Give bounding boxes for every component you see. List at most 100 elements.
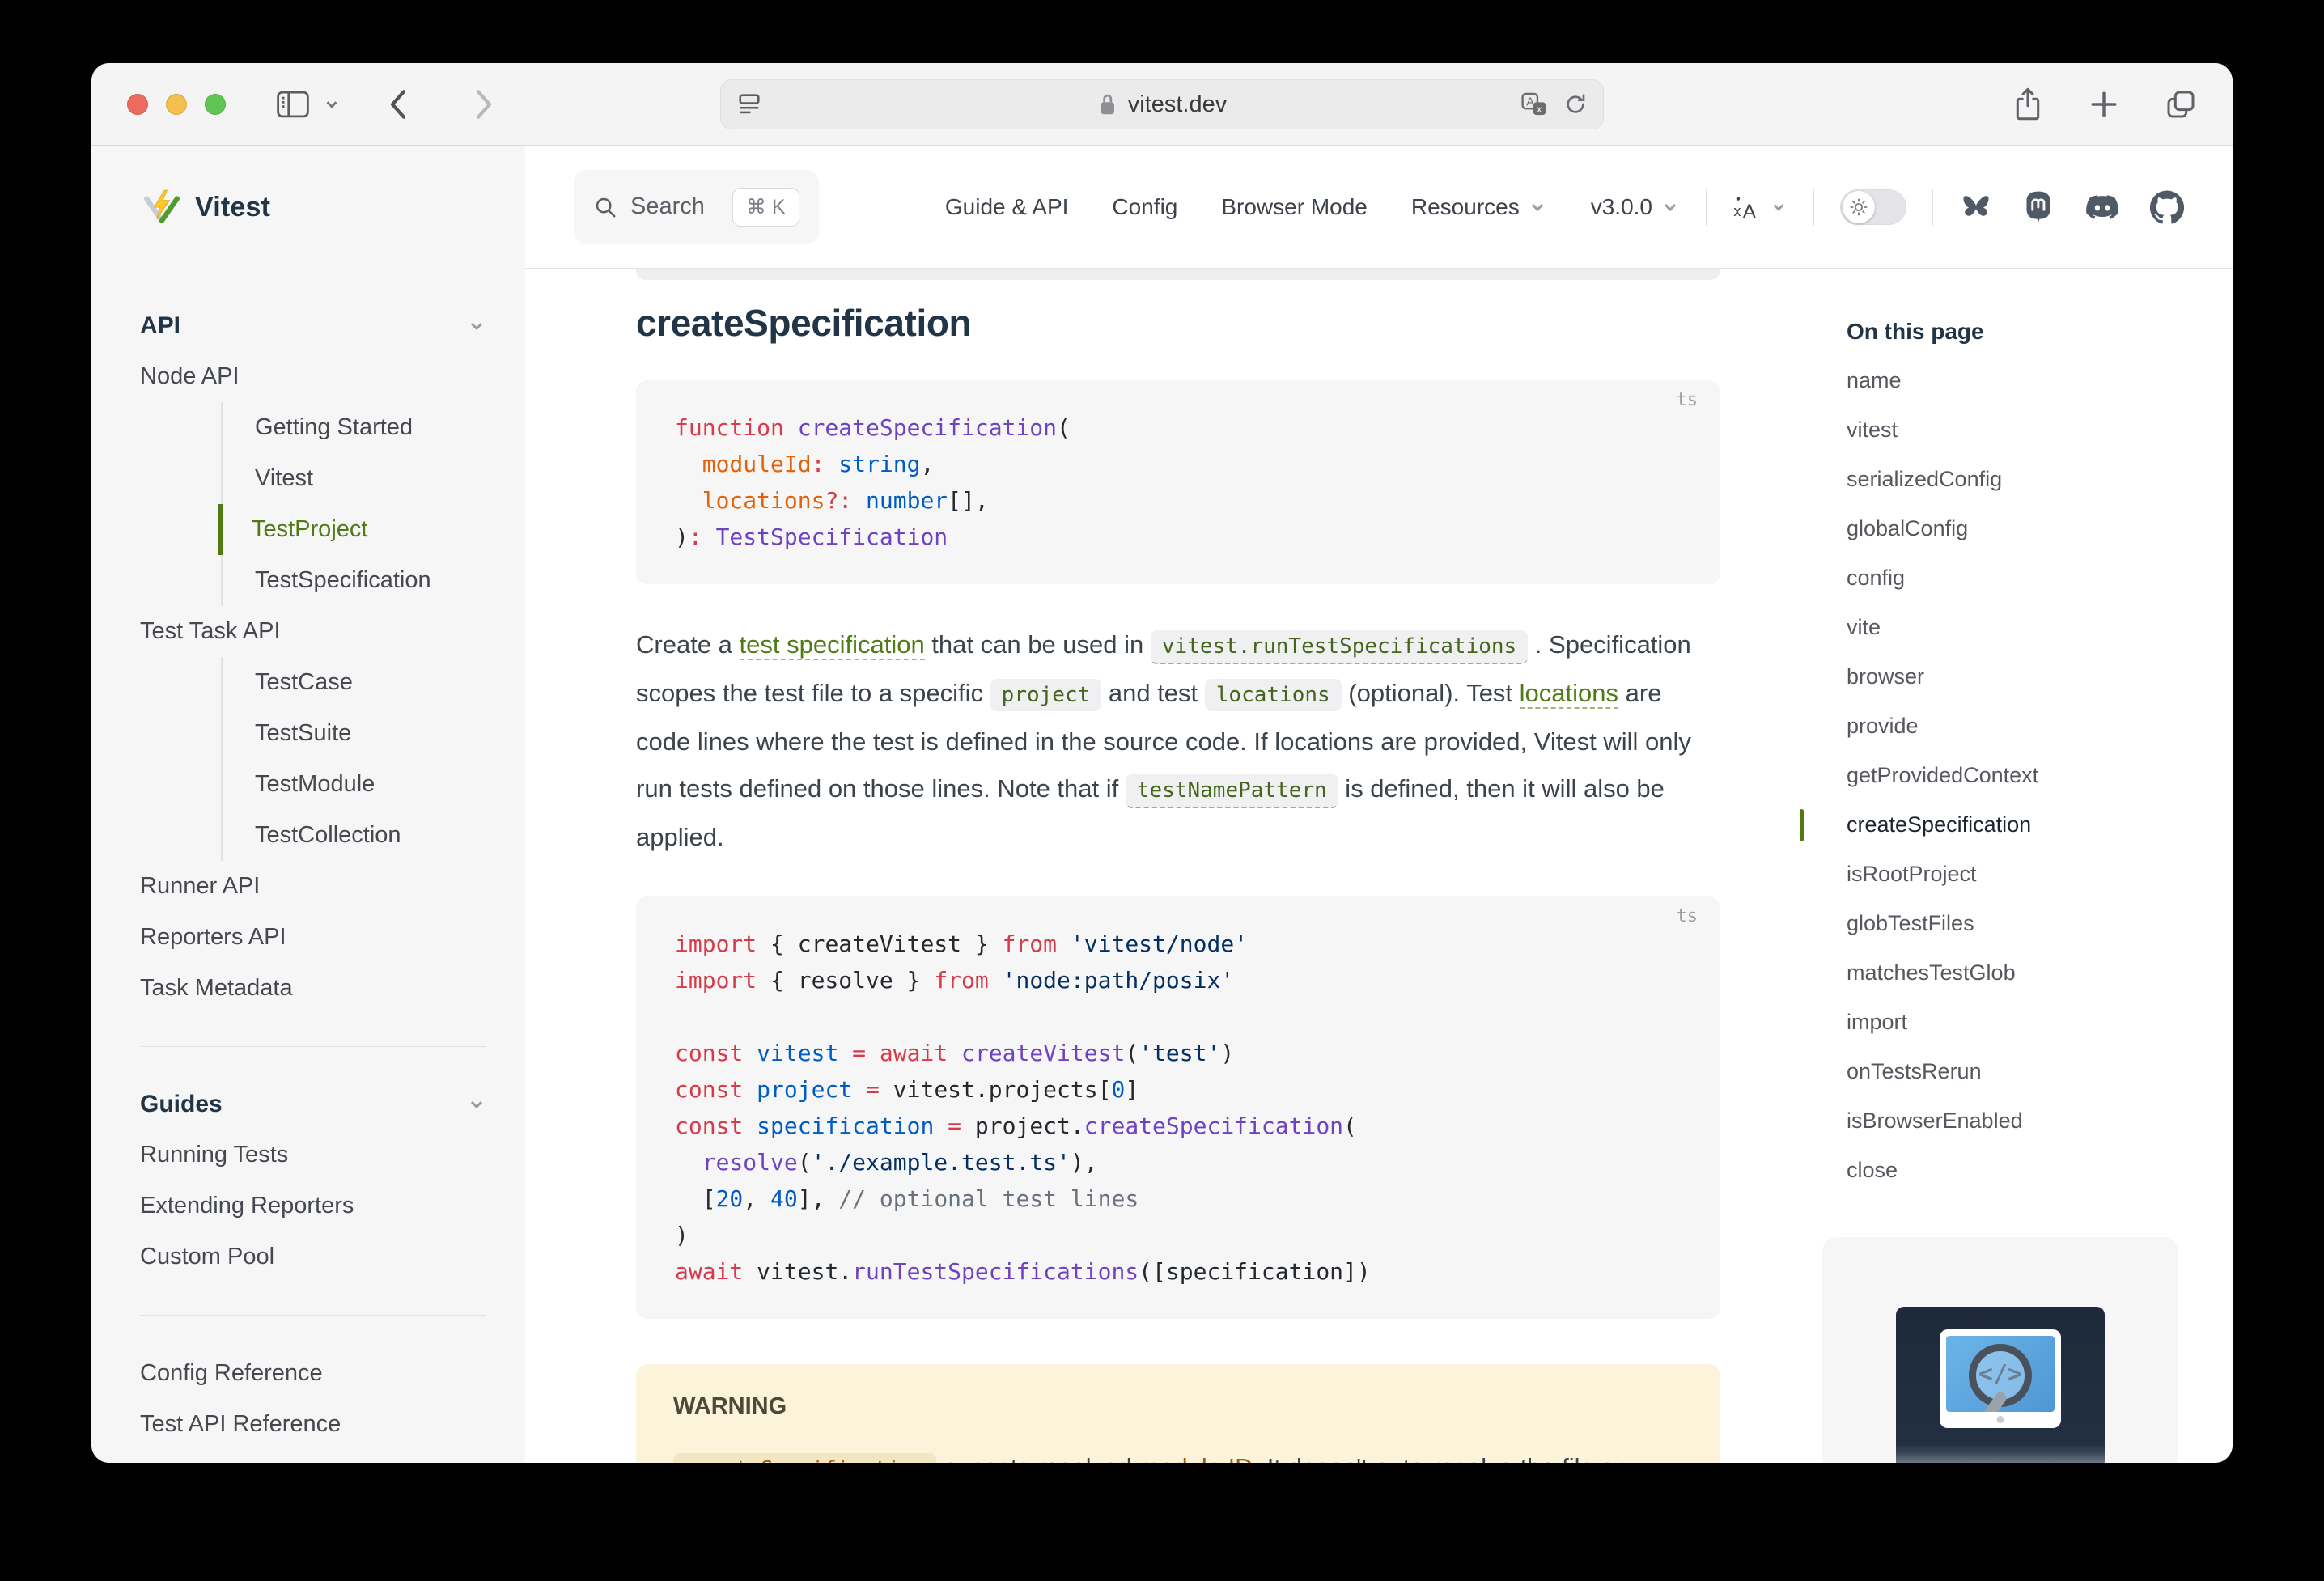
code-line: ): TestSpecification: [675, 519, 1682, 555]
back-button[interactable]: [386, 87, 410, 121]
minimize-window-button[interactable]: [166, 94, 187, 115]
sidebar-item-vitest[interactable]: Vitest: [221, 453, 486, 504]
nav-config[interactable]: Config: [1112, 194, 1177, 220]
inline-code: locations: [1205, 679, 1342, 711]
sponsor-ad[interactable]: </>: [1822, 1237, 2178, 1463]
address-bar[interactable]: vitest.dev A x: [720, 79, 1604, 129]
sidebar-item-testmodule[interactable]: TestModule: [221, 759, 486, 810]
mastodon-icon[interactable]: [2022, 190, 2055, 224]
chevron-down-icon: [1528, 197, 1547, 217]
code-line: [20, 40], // optional test lines: [675, 1180, 1682, 1217]
vitest-logo[interactable]: Vitest: [91, 146, 525, 269]
sidebar-item-testcase[interactable]: TestCase: [221, 657, 486, 708]
theme-toggle[interactable]: [1840, 189, 1906, 225]
chevron-down-icon: [467, 316, 486, 336]
window-controls: [127, 94, 226, 115]
forward-button[interactable]: [472, 87, 496, 121]
sidebar-item-testsuite[interactable]: TestSuite: [221, 708, 486, 759]
sidebar-item-reporters-api[interactable]: Reporters API: [140, 912, 486, 963]
toc-item-vite[interactable]: vite: [1800, 603, 2233, 652]
toc-item-globalconfig[interactable]: globalConfig: [1800, 504, 2233, 553]
sidebar-item-task-metadata[interactable]: Task Metadata: [140, 963, 486, 1014]
inline-code-link[interactable]: testNamePattern: [1126, 774, 1338, 808]
chevron-down-icon: [467, 1095, 486, 1114]
nav-browser-mode[interactable]: Browser Mode: [1221, 194, 1368, 220]
share-icon[interactable]: [2012, 87, 2043, 122]
github-icon[interactable]: [2150, 190, 2184, 224]
sidebar-item-test-task-api[interactable]: Test Task API: [140, 606, 486, 657]
toc-item-createspecification[interactable]: createSpecification: [1800, 800, 2233, 850]
toc-item-provide[interactable]: provide: [1800, 701, 2233, 751]
sidebar-item-testcollection[interactable]: TestCollection: [221, 810, 486, 861]
reload-icon[interactable]: [1563, 91, 1588, 117]
translate-page-icon[interactable]: A x: [1520, 91, 1548, 117]
toc-item-browser[interactable]: browser: [1800, 652, 2233, 701]
sidebar-toggle-icon[interactable]: [276, 90, 310, 119]
sidebar-item-custom-pool[interactable]: Custom Pool: [140, 1231, 486, 1282]
search-shortcut: ⌘ K: [732, 188, 799, 227]
top-nav: Guide & API Config Browser Mode Resources v3…: [945, 194, 1680, 220]
browser-titlebar: vitest.dev A x: [91, 63, 2233, 146]
toc-item-config[interactable]: config: [1800, 553, 2233, 603]
warning-body: createSpecification expects resolved mod…: [673, 1444, 1683, 1463]
sidebar-section-title: API: [140, 312, 180, 340]
language-menu[interactable]: x A: [1732, 193, 1788, 221]
code-line: [675, 998, 1682, 1035]
inline-link[interactable]: locations: [1520, 679, 1618, 709]
outline-title: On this page: [1800, 319, 2233, 345]
search-label: Search: [630, 193, 705, 220]
code-line: locations?: number[],: [675, 482, 1682, 519]
toc-item-getprovidedcontext[interactable]: getProvidedContext: [1800, 751, 2233, 800]
tablet-illustration: </>: [1940, 1329, 2061, 1428]
text-run: and test: [1101, 679, 1205, 707]
sidebar-item-running-tests[interactable]: Running Tests: [140, 1130, 486, 1180]
translate-icon: x A: [1732, 193, 1762, 221]
vitest-logo-icon: [143, 189, 180, 226]
zoom-window-button[interactable]: [205, 94, 226, 115]
discord-icon[interactable]: [2084, 192, 2121, 223]
sidebar-item-runner-api[interactable]: Runner API: [140, 861, 486, 912]
toc-item-vitest[interactable]: vitest: [1800, 405, 2233, 455]
code-line: const project = vitest.projects[0]: [675, 1071, 1682, 1108]
reader-mode-icon[interactable]: [736, 91, 763, 118]
desktop-background: vitest.dev A x: [0, 0, 2324, 1581]
code-line: await vitest.runTestSpecifications([spec…: [675, 1253, 1682, 1290]
toc-item-serializedconfig[interactable]: serializedConfig: [1800, 455, 2233, 504]
sun-icon: [1843, 191, 1875, 223]
search-button[interactable]: Search ⌘ K: [574, 170, 819, 244]
toc-item-import[interactable]: import: [1800, 998, 2233, 1047]
inline-code-link[interactable]: vitest.runTestSpecifications: [1151, 630, 1528, 664]
sidebar-section-header[interactable]: API: [140, 301, 486, 351]
sidebar-item-test-api-reference[interactable]: Test API Reference: [140, 1399, 486, 1450]
inline-link[interactable]: test specification: [740, 630, 925, 660]
code-line: import { resolve } from 'node:path/posix…: [675, 962, 1682, 998]
toc-item-isrootproject[interactable]: isRootProject: [1800, 850, 2233, 899]
new-tab-icon[interactable]: [2089, 89, 2119, 120]
sidebar-menu-chevron-icon[interactable]: [323, 95, 341, 113]
toc-item-isbrowserenabled[interactable]: isBrowserEnabled: [1800, 1096, 2233, 1146]
toc-item-globtestfiles[interactable]: globTestFiles: [1800, 899, 2233, 948]
text-run: expects resolved: [936, 1453, 1139, 1463]
sidebar-item-config-reference[interactable]: Config Reference: [140, 1348, 486, 1399]
tab-overview-icon[interactable]: [2165, 88, 2197, 121]
sidebar-item-node-api[interactable]: Node API: [140, 351, 486, 402]
code-block-example: ts import { createVitest } from 'vitest/…: [636, 896, 1720, 1319]
svg-text:x: x: [1733, 203, 1741, 219]
sidebar-item-testproject[interactable]: TestProject: [218, 504, 486, 555]
bluesky-icon[interactable]: [1959, 192, 1993, 223]
close-window-button[interactable]: [127, 94, 148, 115]
sidebar-section-header[interactable]: Guides: [140, 1079, 486, 1130]
nav-v3-0-0[interactable]: v3.0.0: [1591, 194, 1680, 220]
previous-code-block-edge: [636, 269, 1720, 280]
nav-guide-api[interactable]: Guide & API: [945, 194, 1069, 220]
toc-item-ontestsrerun[interactable]: onTestsRerun: [1800, 1047, 2233, 1096]
toc-item-name[interactable]: name: [1800, 356, 2233, 405]
sidebar-item-getting-started[interactable]: Getting Started: [221, 402, 486, 453]
sidebar-item-extending-reporters[interactable]: Extending Reporters: [140, 1180, 486, 1231]
nav-resources[interactable]: Resources: [1411, 194, 1547, 220]
inline-link[interactable]: module ID: [1139, 1453, 1253, 1463]
toc-item-close[interactable]: close: [1800, 1146, 2233, 1195]
inline-code: project: [990, 679, 1102, 711]
sidebar-item-testspecification[interactable]: TestSpecification: [221, 555, 486, 606]
toc-item-matchestestglob[interactable]: matchesTestGlob: [1800, 948, 2233, 998]
